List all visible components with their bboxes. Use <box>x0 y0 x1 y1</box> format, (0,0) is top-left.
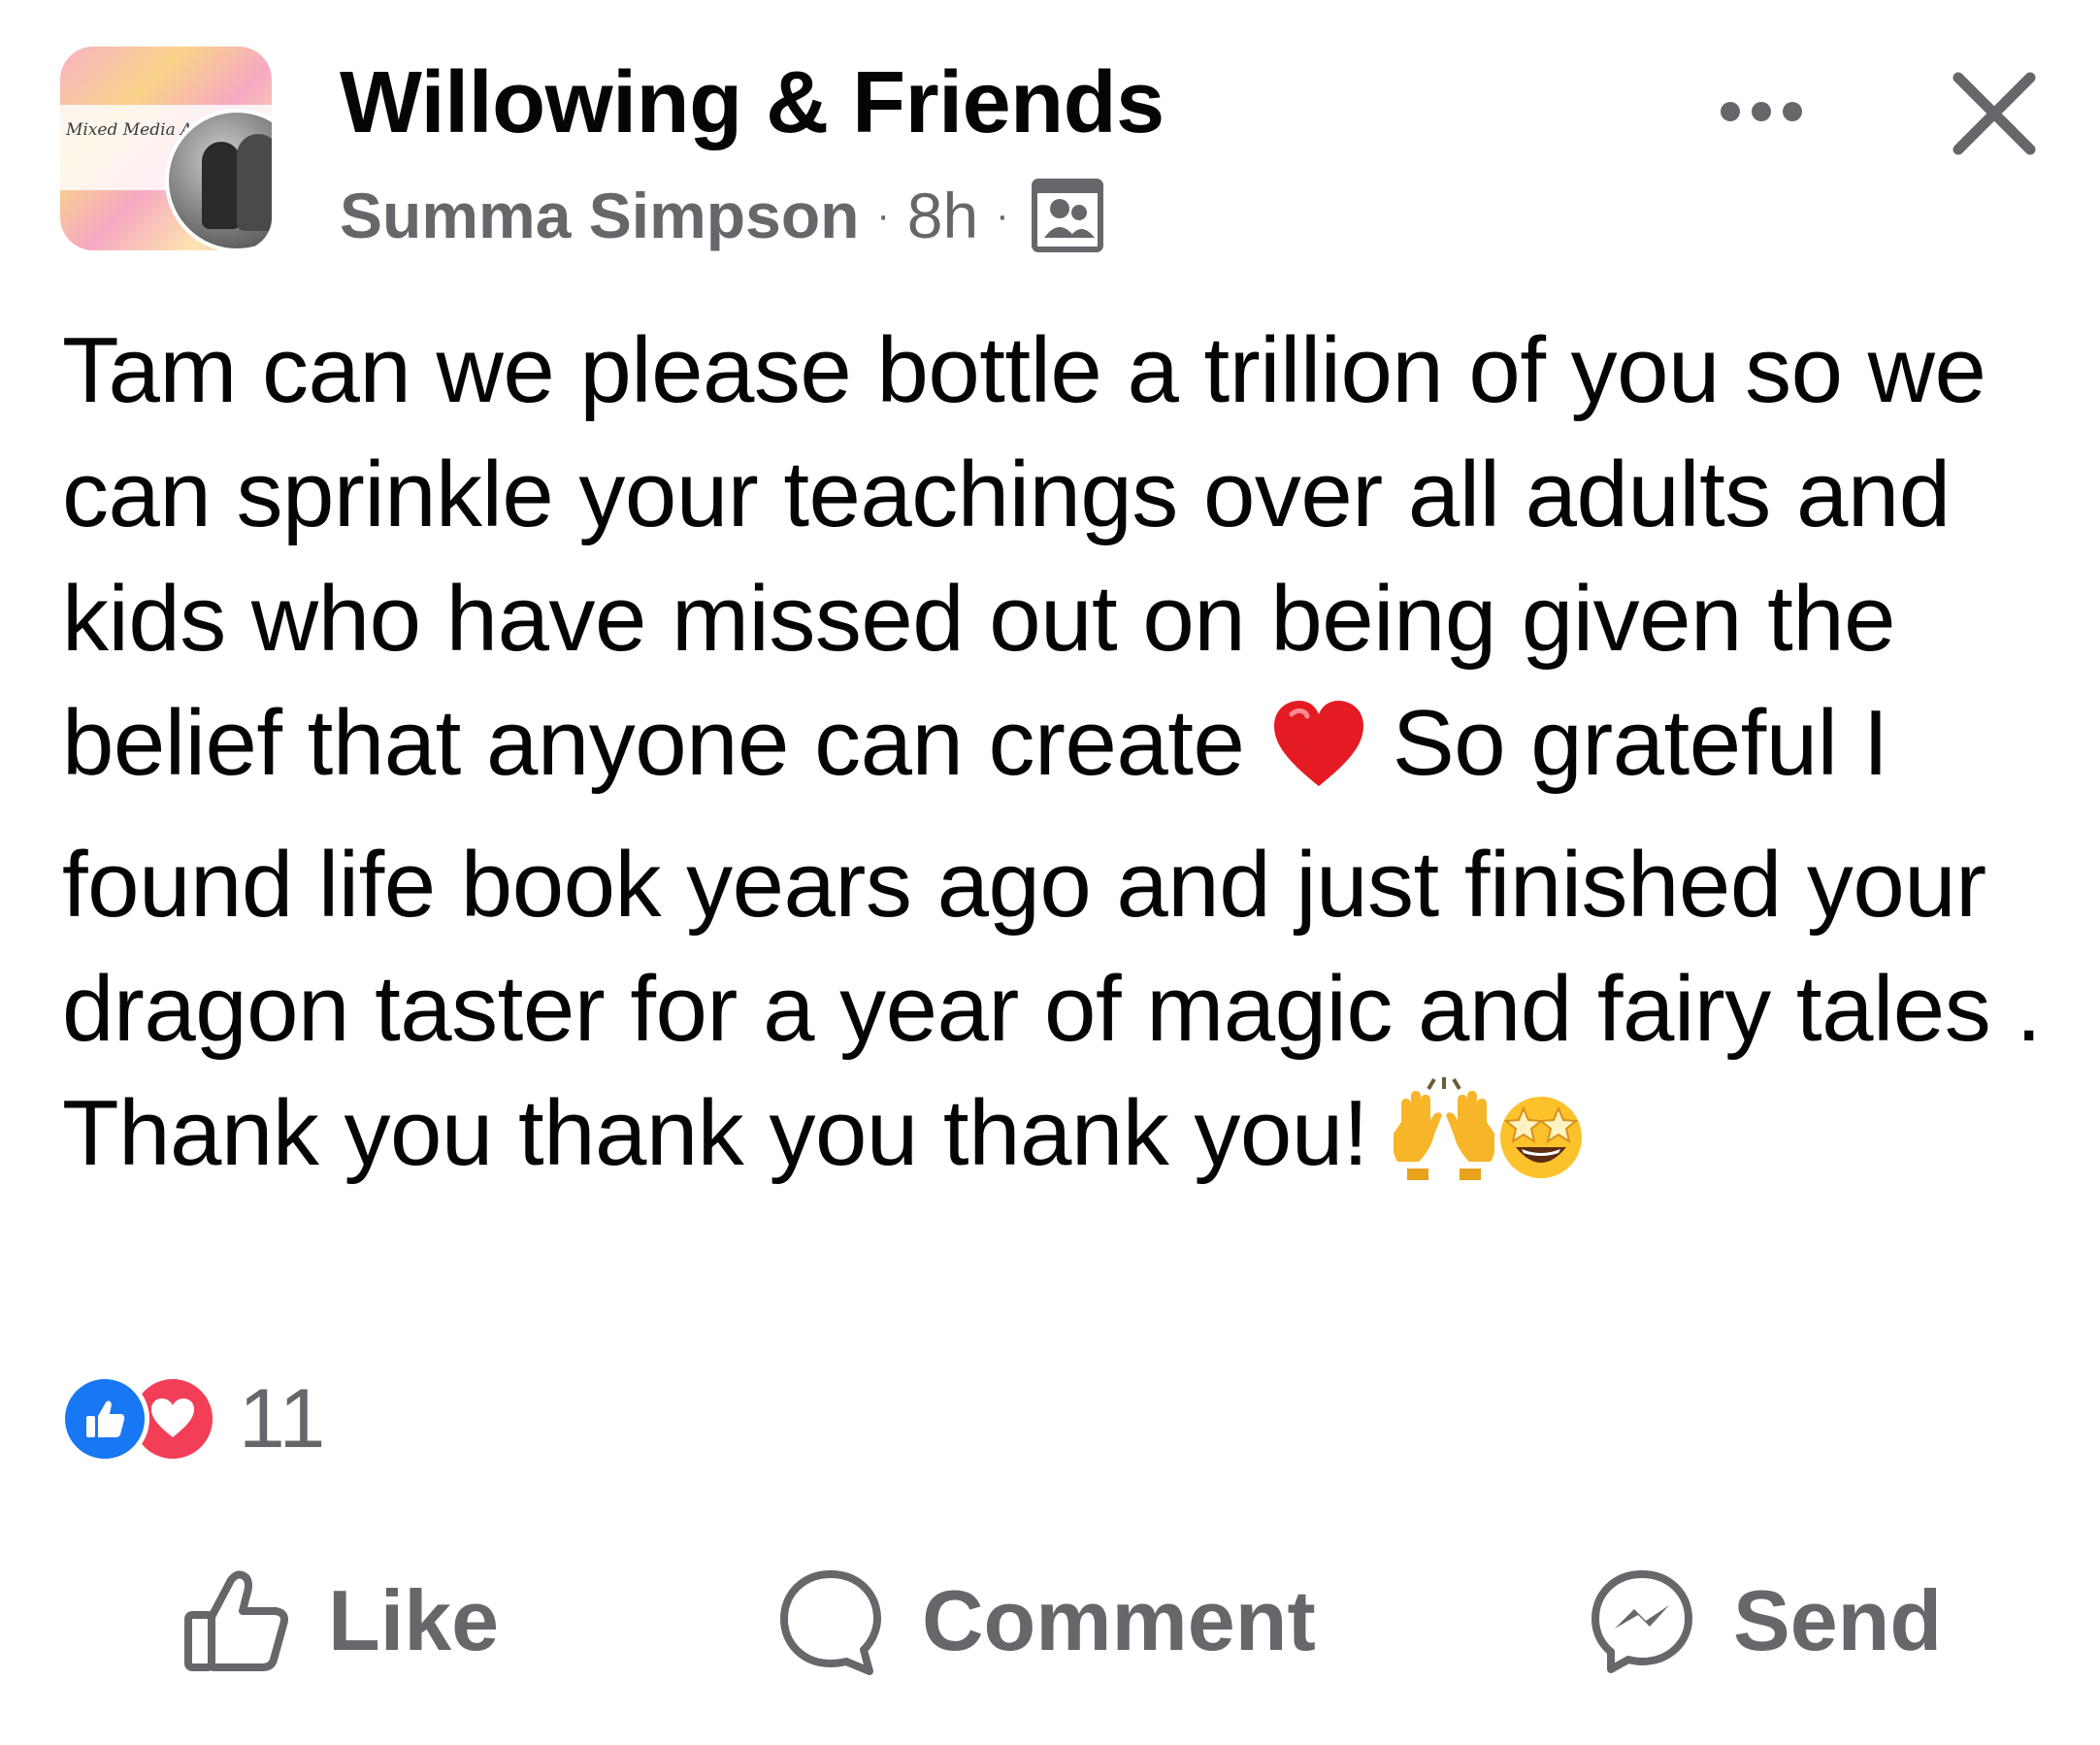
send-label: Send <box>1733 1572 1943 1668</box>
comment-button[interactable]: Comment <box>776 1563 1316 1679</box>
like-reaction-icon <box>60 1374 149 1464</box>
send-button[interactable]: Send <box>1588 1563 1942 1679</box>
messenger-icon <box>1591 1570 1692 1673</box>
reaction-summary[interactable]: 11 <box>60 1368 325 1469</box>
avatar-logo-text: Mixed Media A <box>66 120 193 140</box>
group-members-icon <box>1031 178 1104 253</box>
post-card: Mixed Media A Willowing & Friends Summa … <box>0 0 2100 1745</box>
avatar-figure <box>237 134 272 231</box>
group-name-link[interactable]: Willowing & Friends <box>340 54 1165 151</box>
comment-bubble-icon <box>780 1570 881 1675</box>
reaction-count: 11 <box>239 1372 326 1465</box>
author-name-link[interactable]: Summa Simpson <box>340 179 859 252</box>
like-label: Like <box>328 1572 500 1668</box>
star-struck-emoji <box>1494 1089 1588 1213</box>
post-timestamp[interactable]: 8h <box>907 179 978 252</box>
thumbs-up-icon <box>184 1570 288 1671</box>
meta-separator: · <box>996 193 1009 237</box>
meta-separator: · <box>876 193 890 237</box>
comment-label: Comment <box>922 1572 1316 1668</box>
raising-hands-emoji <box>1392 1075 1497 1213</box>
action-bar: Like Comment Send <box>0 1563 2100 1679</box>
close-icon[interactable] <box>1941 60 2048 167</box>
red-heart-emoji <box>1270 699 1367 823</box>
post-text: Tam can we please bottle a trillion of y… <box>62 309 2061 1213</box>
avatar-figure <box>202 142 241 229</box>
group-avatar[interactable]: Mixed Media A <box>60 47 272 250</box>
post-meta: Summa Simpson · 8h · <box>340 177 1104 254</box>
more-options-icon[interactable] <box>1708 78 1815 146</box>
like-button[interactable]: Like <box>182 1563 499 1679</box>
